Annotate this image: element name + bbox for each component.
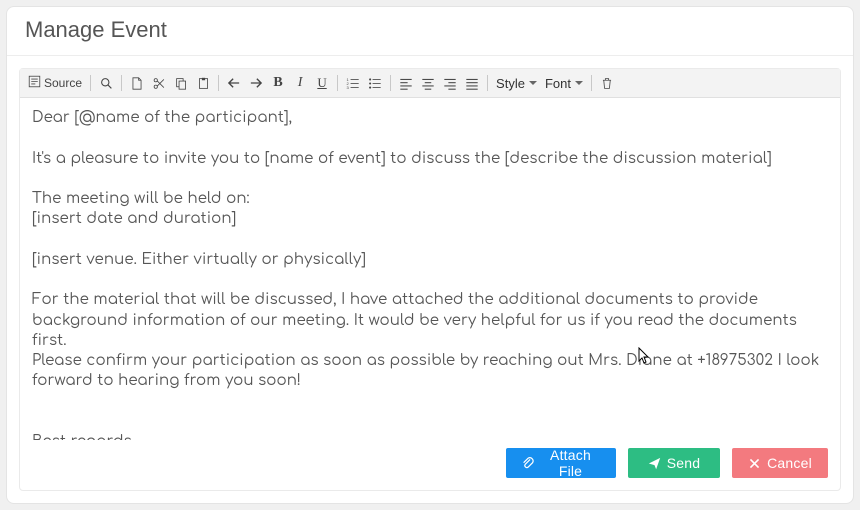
content-line: Please confirm your participation as soo… <box>32 351 828 392</box>
content-line: Best regards, <box>32 432 828 440</box>
toolbar-separator <box>121 75 122 91</box>
paper-plane-icon <box>648 457 661 470</box>
action-bar: Attach File Send Cancel <box>20 440 840 490</box>
source-icon <box>28 75 41 91</box>
align-left-icon <box>399 77 413 90</box>
editor-toolbar: Source <box>20 69 840 98</box>
source-button[interactable]: Source <box>26 75 84 91</box>
manage-event-panel: Manage Event Source <box>6 6 854 504</box>
toolbar-separator <box>218 75 219 91</box>
source-label: Source <box>44 76 82 90</box>
panel-header: Manage Event <box>7 7 853 56</box>
content-line: [insert venue. Either virtually or physi… <box>32 250 828 270</box>
font-dropdown[interactable]: Font <box>543 76 585 91</box>
send-button[interactable]: Send <box>628 448 720 478</box>
content-line: Dear [@name of the participant], <box>32 108 828 128</box>
italic-icon: I <box>298 75 303 91</box>
remove-format-button[interactable] <box>598 73 616 93</box>
paperclip-icon <box>522 457 535 470</box>
bullet-list-icon <box>368 77 382 90</box>
close-icon <box>748 457 761 470</box>
send-label: Send <box>667 455 701 471</box>
style-dropdown[interactable]: Style <box>494 76 539 91</box>
align-justify-button[interactable] <box>463 73 481 93</box>
content-line: The meeting will be held on: <box>32 189 828 209</box>
arrow-left-icon <box>227 77 241 89</box>
numbered-list-icon: 123 <box>346 77 360 90</box>
scissors-icon <box>152 77 166 90</box>
bold-icon: B <box>273 75 282 91</box>
arrow-right-icon <box>249 77 263 89</box>
page-icon <box>131 77 143 90</box>
cancel-label: Cancel <box>767 455 812 471</box>
paste-button[interactable] <box>194 73 212 93</box>
cut-button[interactable] <box>150 73 168 93</box>
page-title: Manage Event <box>25 17 835 43</box>
preview-button[interactable] <box>97 73 115 93</box>
svg-text:3: 3 <box>347 85 350 90</box>
attach-label: Attach File <box>541 447 600 479</box>
italic-button[interactable]: I <box>291 73 309 93</box>
content-line: It's a pleasure to invite you to [name o… <box>32 149 828 169</box>
magnifier-icon <box>100 77 113 90</box>
content-line: [insert date and duration] <box>32 209 828 229</box>
attach-file-button[interactable]: Attach File <box>506 448 616 478</box>
cancel-button[interactable]: Cancel <box>732 448 828 478</box>
numbered-list-button[interactable]: 123 <box>344 73 362 93</box>
content-line: For the material that will be discussed,… <box>32 290 828 351</box>
align-left-button[interactable] <box>397 73 415 93</box>
copy-icon <box>175 77 188 90</box>
align-justify-icon <box>465 77 479 90</box>
font-label: Font <box>545 76 571 91</box>
align-center-icon <box>421 77 435 90</box>
bold-button[interactable]: B <box>269 73 287 93</box>
align-right-icon <box>443 77 457 90</box>
bullet-list-button[interactable] <box>366 73 384 93</box>
toolbar-separator <box>390 75 391 91</box>
redo-button[interactable] <box>247 73 265 93</box>
chevron-down-icon <box>529 81 537 85</box>
underline-icon: U <box>317 75 326 91</box>
align-center-button[interactable] <box>419 73 437 93</box>
editor-content[interactable]: Dear [@name of the participant], It's a … <box>20 98 840 440</box>
undo-button[interactable] <box>225 73 243 93</box>
trash-icon <box>601 77 613 90</box>
copy-button[interactable] <box>172 73 190 93</box>
new-page-button[interactable] <box>128 73 146 93</box>
editor-card: Source <box>19 68 841 491</box>
style-label: Style <box>496 76 525 91</box>
toolbar-separator <box>90 75 91 91</box>
toolbar-separator <box>591 75 592 91</box>
clipboard-icon <box>197 77 210 90</box>
underline-button[interactable]: U <box>313 73 331 93</box>
toolbar-separator <box>487 75 488 91</box>
align-right-button[interactable] <box>441 73 459 93</box>
chevron-down-icon <box>575 81 583 85</box>
toolbar-separator <box>337 75 338 91</box>
